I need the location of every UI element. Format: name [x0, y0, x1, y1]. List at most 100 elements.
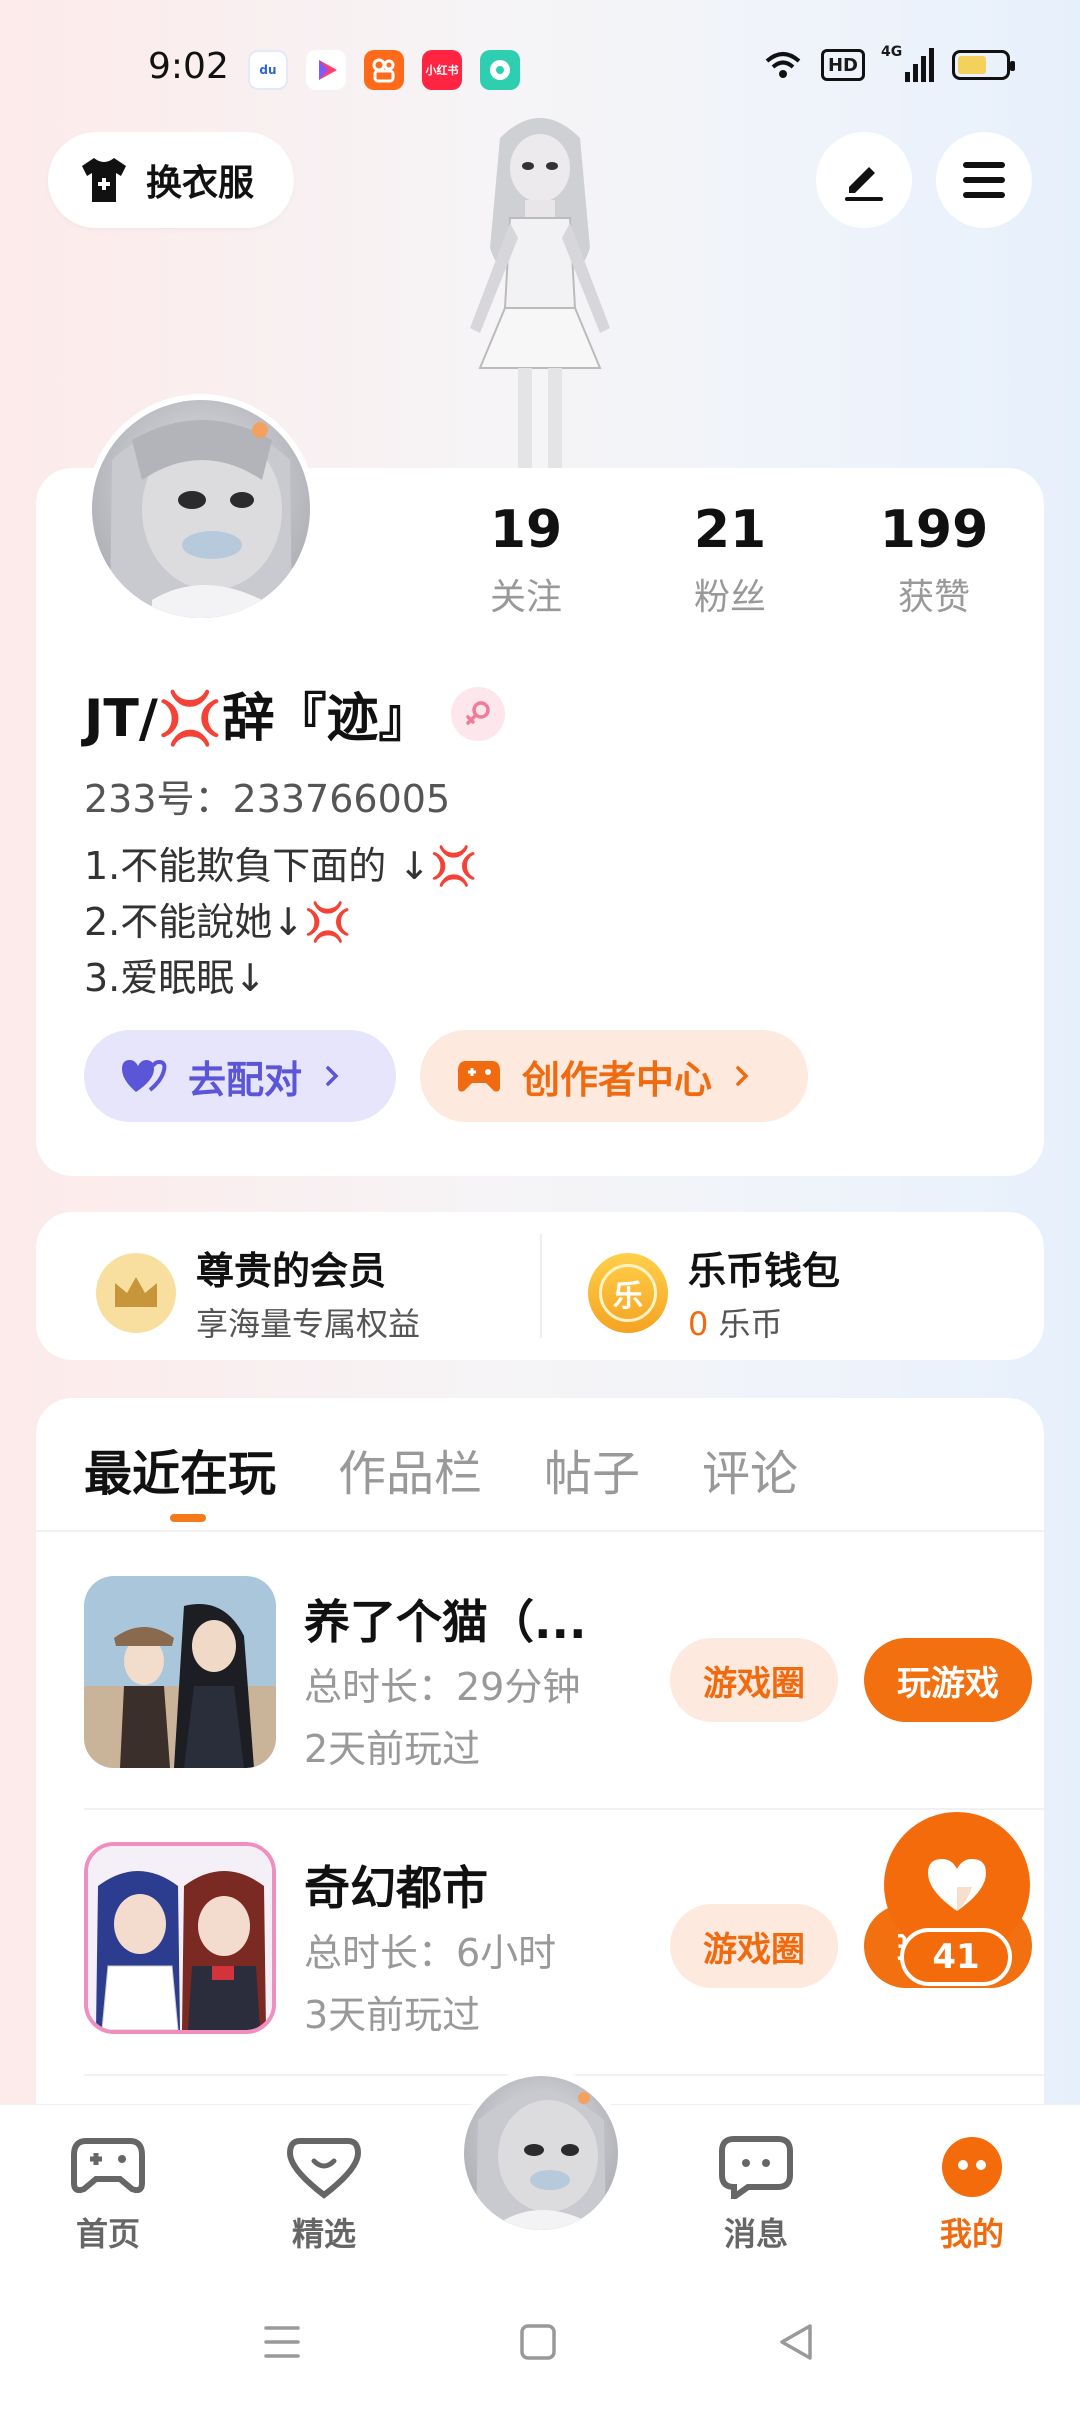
profile-stats: 19 关注 21 粉丝 199 获赞: [424, 498, 1036, 620]
game-circle-button[interactable]: 游戏圈: [670, 1638, 838, 1722]
tab-recently-played[interactable]: 最近在玩: [84, 1434, 276, 1504]
followers-count: 21: [693, 500, 767, 560]
following-label: 关注: [489, 577, 562, 618]
me-icon: [942, 2137, 1002, 2197]
divider: [540, 1234, 542, 1338]
user-id: 233号：233766005: [84, 777, 451, 821]
bio-line: 2.不能說她↓💢: [84, 900, 352, 944]
baidu-icon: du: [248, 50, 288, 90]
membership-card: 尊贵的会员 享海量专属权益 乐 乐币钱包 0 乐币: [36, 1212, 1044, 1360]
status-time: 9:02: [148, 46, 229, 87]
message-icon: [719, 2136, 793, 2203]
hamburger-menu-icon: [963, 162, 1005, 198]
nav-featured[interactable]: 精选: [254, 2135, 394, 2255]
edit-profile-button[interactable]: [816, 132, 912, 228]
back-icon[interactable]: [774, 2320, 818, 2364]
avatar-3d-figure[interactable]: [430, 108, 650, 468]
game-title: 奇幻都市: [304, 1861, 488, 1915]
content-card: 最近在玩 作品栏 帖子 评论 养了个猫（... 总时长：29分钟 2天前玩过 游…: [36, 1398, 1044, 2158]
wallet-balance: 0 乐币: [688, 1299, 840, 1345]
game-thumbnail[interactable]: [84, 1842, 276, 2034]
creator-center-label: 创作者中心: [522, 1057, 713, 1102]
likes-count: 199: [879, 500, 989, 560]
notification-icons: du 小红书: [248, 50, 520, 90]
system-icons: HD 4G: [763, 44, 1015, 82]
tshirt-icon: [82, 158, 126, 202]
xiaohongshu-icon: 小红书: [422, 50, 462, 90]
game-last-played: 2天前玩过: [304, 1727, 481, 1771]
profile-tabs: 最近在玩 作品栏 帖子 评论: [84, 1434, 798, 1504]
play-game-button[interactable]: 玩游戏: [864, 1638, 1032, 1722]
chevron-right-icon: [326, 1066, 339, 1086]
followers-label: 粉丝: [693, 577, 766, 618]
following-count: 19: [489, 500, 563, 560]
game-thumbnail[interactable]: [84, 1576, 276, 1768]
wallet-title: 乐币钱包: [688, 1249, 841, 1293]
coin-glyph: 乐: [599, 1263, 657, 1322]
heart-chat-icon: [286, 2138, 362, 2199]
tab-indicator: [170, 1514, 206, 1522]
crown-icon: [96, 1252, 176, 1333]
hearts-icon: [122, 1059, 167, 1092]
female-gender-icon: [450, 686, 505, 741]
stat-followers[interactable]: 21 粉丝: [628, 498, 832, 620]
bio: 1.不能欺負下面的 ↓💢 2.不能說她↓💢 3.爱眠眠↓: [84, 838, 478, 1006]
status-bar: 9:02 du 小红书 HD 4G: [0, 40, 1080, 100]
game-title: 养了个猫（...: [304, 1595, 587, 1649]
creator-center-button[interactable]: 创作者中心: [420, 1030, 808, 1122]
nav-featured-label: 精选: [291, 2215, 356, 2253]
game-circle-button[interactable]: 游戏圈: [670, 1904, 838, 1988]
coin-wallet[interactable]: 乐 乐币钱包 0 乐币: [588, 1240, 840, 1345]
match-button[interactable]: 去配对: [84, 1030, 396, 1122]
divider: [36, 1530, 1044, 1532]
network-type: 4G: [881, 44, 903, 60]
nav-messages[interactable]: 消息: [686, 2135, 826, 2255]
gamepad-plus-icon: [458, 1061, 500, 1092]
coin-icon: 乐: [588, 1252, 668, 1333]
home-icon[interactable]: [516, 2320, 560, 2364]
signal-icon: 4G: [881, 44, 934, 82]
game-last-played: 3天前玩过: [304, 1993, 481, 2037]
tab-posts[interactable]: 帖子: [544, 1434, 640, 1504]
match-label: 去配对: [188, 1057, 303, 1102]
heart-icon: [928, 1859, 986, 1911]
nav-center-avatar[interactable]: [456, 2068, 626, 2238]
chevron-right-icon: [736, 1066, 749, 1086]
game-row[interactable]: 养了个猫（... 总时长：29分钟 2天前玩过 游戏圈 玩游戏: [84, 1546, 1044, 1812]
video-app-icon: [306, 50, 346, 90]
username: JT/💢辞『迹』: [84, 689, 431, 749]
wifi-icon: [765, 52, 801, 78]
change-outfit-label: 换衣服: [146, 163, 255, 204]
vip-subtitle: 享海量专属权益: [196, 1305, 421, 1343]
likes-label: 获赞: [897, 577, 970, 618]
pen-icon: [845, 167, 883, 201]
nav-home-label: 首页: [75, 2215, 140, 2253]
gamepad-icon: [71, 2138, 145, 2194]
change-outfit-button[interactable]: 换衣服: [48, 132, 294, 228]
like-count-badge: 41: [900, 1928, 1012, 1986]
game-duration: 总时长：29分钟: [304, 1665, 581, 1709]
wallet-amount: 0: [688, 1305, 709, 1343]
game-duration: 总时长：6小时: [304, 1931, 557, 1975]
wallet-unit: 乐币: [718, 1305, 783, 1343]
chat-app-icon: [480, 50, 520, 90]
divider: [84, 1808, 1044, 1810]
stat-following[interactable]: 19 关注: [424, 498, 628, 620]
nav-me[interactable]: 我的: [902, 2135, 1042, 2255]
username-row: JT/💢辞『迹』: [84, 676, 505, 751]
recent-apps-icon[interactable]: [258, 2320, 306, 2364]
nav-messages-label: 消息: [723, 2215, 788, 2253]
stat-likes[interactable]: 199 获赞: [832, 498, 1036, 620]
nav-me-label: 我的: [939, 2215, 1004, 2253]
battery-icon: [952, 50, 1015, 80]
profile-avatar[interactable]: [86, 394, 316, 624]
nav-home[interactable]: 首页: [38, 2135, 178, 2255]
tab-comments[interactable]: 评论: [702, 1434, 798, 1504]
hd-icon: HD: [820, 49, 865, 81]
vip-membership[interactable]: 尊贵的会员 享海量专属权益: [96, 1240, 420, 1345]
vip-title: 尊贵的会员: [196, 1249, 387, 1293]
kuaishou-icon: [364, 50, 404, 90]
tab-works[interactable]: 作品栏: [338, 1434, 482, 1504]
menu-button[interactable]: [936, 132, 1032, 228]
bio-line: 1.不能欺負下面的 ↓💢: [84, 844, 478, 888]
